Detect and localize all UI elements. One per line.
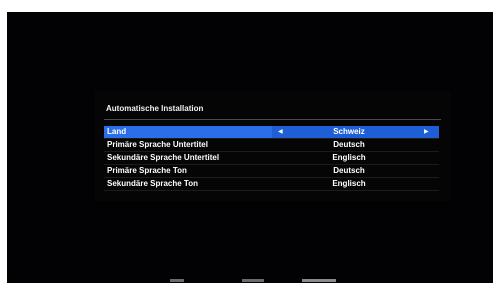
- setting-value: Englisch: [332, 179, 366, 188]
- title-divider: [104, 119, 441, 120]
- hint-block: [302, 279, 336, 282]
- setting-label: Primäre Sprache Ton: [107, 166, 187, 175]
- chevron-right-icon[interactable]: ▶: [424, 128, 429, 136]
- selected-label-cell: [104, 126, 272, 138]
- settings-list: Land ◀ Schweiz ▶ Primäre Sprache Unterti…: [104, 126, 439, 191]
- bottom-hint-bar: [170, 279, 370, 283]
- setting-label: Sekundäre Sprache Ton: [107, 179, 198, 188]
- hint-block: [242, 279, 264, 282]
- hint-block: [170, 279, 184, 282]
- setting-row-secondary-audio-language[interactable]: Sekundäre Sprache Ton Englisch: [104, 178, 439, 191]
- tv-screen: Automatische Installation Land ◀ Schweiz…: [7, 12, 493, 283]
- setting-value: Englisch: [332, 153, 366, 162]
- setting-value: Deutsch: [333, 166, 365, 175]
- setting-label: Primäre Sprache Untertitel: [107, 140, 208, 149]
- setting-value: Schweiz: [333, 127, 365, 136]
- setting-row-primary-subtitle-language[interactable]: Primäre Sprache Untertitel Deutsch: [104, 139, 439, 152]
- setting-row-secondary-subtitle-language[interactable]: Sekundäre Sprache Untertitel Englisch: [104, 152, 439, 165]
- setting-label: Sekundäre Sprache Untertitel: [107, 153, 220, 162]
- setting-row-country[interactable]: Land ◀ Schweiz ▶: [104, 126, 439, 139]
- setting-row-primary-audio-language[interactable]: Primäre Sprache Ton Deutsch: [104, 165, 439, 178]
- setting-value: Deutsch: [333, 140, 365, 149]
- dialog-title: Automatische Installation: [106, 104, 204, 113]
- setting-label: Land: [107, 127, 127, 136]
- installation-dialog: Automatische Installation Land ◀ Schweiz…: [95, 91, 451, 201]
